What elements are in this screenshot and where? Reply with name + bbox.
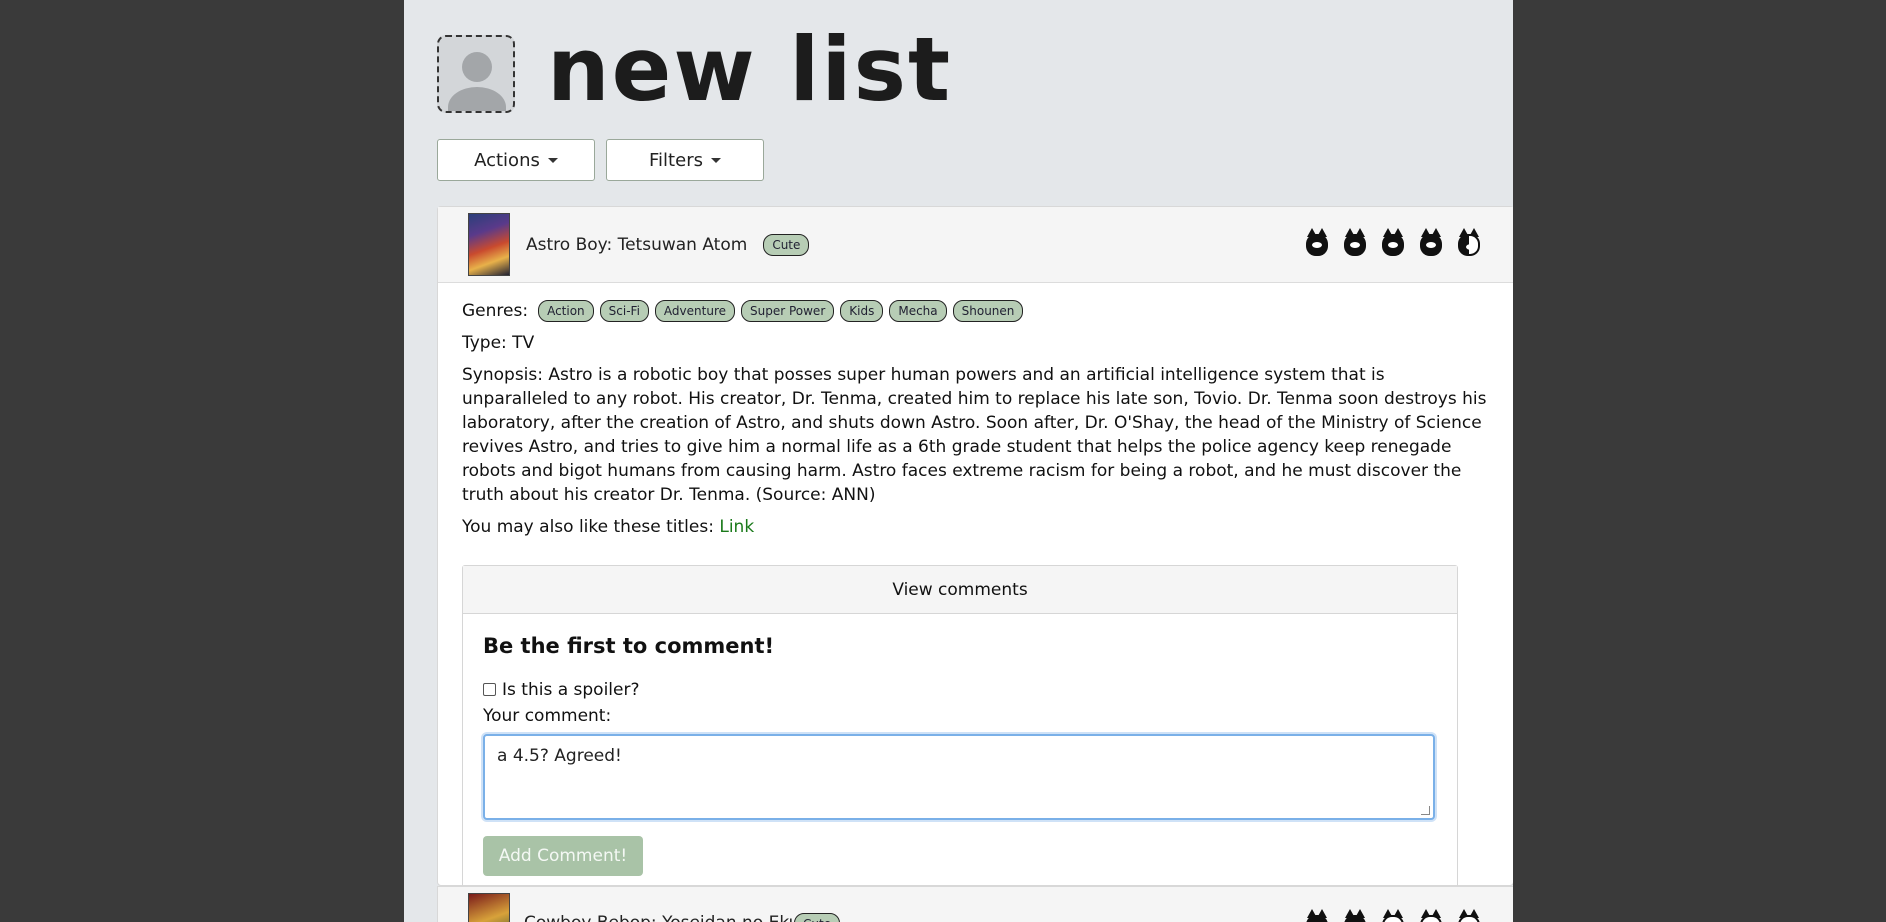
cover-thumbnail[interactable] bbox=[468, 213, 510, 276]
toolbar: Actions Filters bbox=[437, 139, 764, 181]
caret-down-icon bbox=[547, 157, 558, 163]
comment-label: Your comment: bbox=[483, 706, 612, 726]
avatar[interactable] bbox=[437, 35, 515, 113]
actions-dropdown-button[interactable]: Actions bbox=[437, 139, 595, 181]
genre-badge: Super Power bbox=[741, 300, 835, 322]
cat-rating-icon[interactable] bbox=[1343, 909, 1367, 922]
entry-header[interactable]: Astro Boy: Tetsuwan Atom Cute bbox=[438, 207, 1513, 283]
type-text: Type: TV bbox=[462, 333, 535, 353]
add-comment-button[interactable]: Add Comment! bbox=[483, 836, 643, 876]
avatar-body bbox=[448, 87, 506, 111]
entry-title: Cowboy Bebop: Yoseidan no Ekuu bbox=[524, 913, 810, 922]
filters-label: Filters bbox=[649, 149, 703, 171]
page-title: new list bbox=[547, 18, 953, 121]
tag-badge: Cute bbox=[763, 233, 810, 256]
comment-textarea[interactable]: a 4.5? Agreed! bbox=[483, 734, 1435, 820]
resize-grip-icon[interactable] bbox=[1421, 806, 1430, 815]
genre-badge: Action bbox=[538, 300, 594, 322]
genre-badge: Adventure bbox=[654, 300, 735, 322]
also-like-link[interactable]: Link bbox=[719, 517, 754, 537]
rating-cats[interactable] bbox=[1305, 909, 1481, 922]
genre-badge: Kids bbox=[840, 300, 884, 322]
avatar-head bbox=[462, 52, 492, 82]
comment-form: Be the first to comment! Is this a spoil… bbox=[463, 614, 1457, 876]
rating-cats[interactable] bbox=[1305, 228, 1481, 258]
tag-badge: Cute bbox=[794, 913, 841, 922]
caret-down-icon bbox=[710, 157, 721, 163]
synopsis-text: Synopsis: Astro is a robotic boy that po… bbox=[462, 365, 1487, 505]
genres-row: Genres: Action Sci-Fi Adventure Super Po… bbox=[462, 299, 1489, 323]
cat-rating-empty-icon[interactable] bbox=[1419, 909, 1443, 922]
comment-value: a 4.5? Agreed! bbox=[497, 746, 622, 766]
genre-badge: Mecha bbox=[889, 300, 947, 322]
spoiler-row: Is this a spoiler? bbox=[483, 678, 1437, 702]
genre-badge: Shounen bbox=[952, 300, 1024, 322]
cover-thumbnail[interactable] bbox=[468, 893, 510, 922]
cat-rating-icon[interactable] bbox=[1343, 228, 1367, 258]
next-entry-card[interactable]: Cowboy Bebop: Yoseidan no Ekuu Cute bbox=[437, 886, 1513, 922]
cat-rating-empty-icon[interactable] bbox=[1457, 909, 1481, 922]
list-header: new list bbox=[437, 26, 952, 114]
spoiler-checkbox[interactable] bbox=[483, 682, 496, 696]
cat-rating-icon[interactable] bbox=[1419, 228, 1443, 258]
entry-body: Genres: Action Sci-Fi Adventure Super Po… bbox=[438, 283, 1513, 896]
also-like-label: You may also like these titles: bbox=[462, 517, 714, 537]
cat-rating-half-icon[interactable] bbox=[1457, 228, 1481, 258]
anime-entry-card: Astro Boy: Tetsuwan Atom Cute Genres: Ac… bbox=[437, 206, 1513, 896]
comments-panel: View comments Be the first to comment! I… bbox=[462, 565, 1458, 896]
filters-dropdown-button[interactable]: Filters bbox=[606, 139, 764, 181]
genres-label: Genres: bbox=[462, 301, 529, 321]
spoiler-label[interactable]: Is this a spoiler? bbox=[502, 678, 640, 702]
actions-label: Actions bbox=[474, 149, 540, 171]
cat-rating-icon[interactable] bbox=[1305, 228, 1329, 258]
cat-rating-icon[interactable] bbox=[1305, 909, 1329, 922]
genre-badge: Sci-Fi bbox=[599, 300, 649, 322]
also-like-row: You may also like these titles: Link bbox=[462, 515, 1489, 539]
list-page: new list Actions Filters Astro Boy: Tets… bbox=[404, 0, 1513, 922]
cat-rating-icon[interactable] bbox=[1381, 228, 1405, 258]
cat-rating-empty-icon[interactable] bbox=[1381, 909, 1405, 922]
view-comments-toggle[interactable]: View comments bbox=[463, 566, 1457, 614]
comments-empty-heading: Be the first to comment! bbox=[483, 634, 775, 658]
entry-title: Astro Boy: Tetsuwan Atom bbox=[526, 234, 748, 255]
